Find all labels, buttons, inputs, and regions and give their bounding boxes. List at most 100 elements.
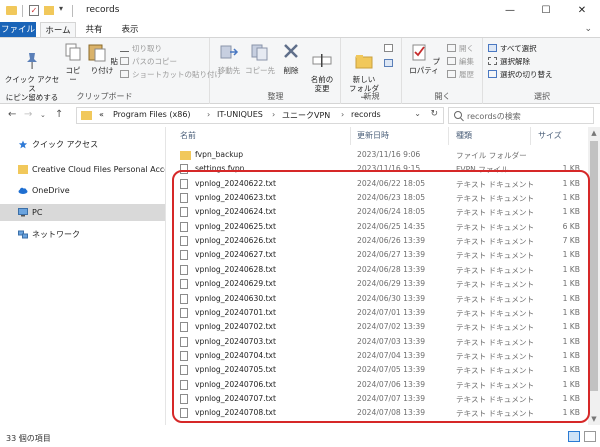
tab-file[interactable]: ファイル bbox=[0, 22, 36, 38]
forward-arrow-icon[interactable]: → bbox=[24, 109, 32, 120]
edit-button[interactable]: 編集 bbox=[447, 56, 474, 67]
new-item-button[interactable] bbox=[384, 43, 396, 54]
nav-item-creative-cloud[interactable]: Creative Cloud Files Personal Account bbox=[0, 161, 165, 178]
open-button[interactable]: 開く bbox=[447, 43, 474, 54]
chevron-right-icon[interactable]: › bbox=[207, 110, 210, 119]
chevron-right-icon[interactable]: › bbox=[341, 110, 344, 119]
column-header-date[interactable]: 更新日時 bbox=[357, 127, 389, 145]
tab-home[interactable]: ホーム bbox=[40, 22, 76, 38]
select-all-button[interactable]: すべて選択 bbox=[488, 43, 537, 54]
properties-icon bbox=[412, 44, 426, 61]
refresh-icon[interactable]: ↻ bbox=[430, 109, 438, 119]
breadcrumb-overflow[interactable]: « bbox=[99, 110, 104, 119]
file-row[interactable]: vpnlog_20240627.txt 2024/06/27 13:39 テキスト … bbox=[170, 248, 582, 262]
recent-locations-icon[interactable]: ⌄ bbox=[40, 111, 46, 119]
file-name: vpnlog_20240624.txt bbox=[195, 207, 277, 217]
file-type: テキスト ドキュメント bbox=[456, 222, 535, 232]
file-row[interactable]: vpnlog_20240623.txt 2024/06/23 18:05 テキスト … bbox=[170, 191, 582, 205]
column-divider[interactable] bbox=[530, 127, 531, 145]
title-bar: ✓ ▾ records — ☐ ✕ bbox=[0, 0, 600, 22]
scrollbar-thumb[interactable] bbox=[590, 141, 598, 391]
move-to-button[interactable]: 移動先 bbox=[215, 42, 243, 75]
column-divider[interactable] bbox=[350, 127, 351, 145]
breadcrumb-records[interactable]: records bbox=[351, 110, 381, 119]
chevron-down-icon[interactable]: ⌄ bbox=[584, 24, 592, 34]
file-date: 2024/06/22 18:05 bbox=[357, 178, 426, 188]
file-date: 2024/06/24 18:05 bbox=[357, 207, 426, 217]
file-date: 2024/06/30 13:39 bbox=[357, 293, 426, 303]
new-folder-quick-icon[interactable] bbox=[44, 6, 54, 15]
nav-item-pc[interactable]: PC bbox=[0, 204, 165, 221]
file-row[interactable]: vpnlog_20240629.txt 2024/06/29 13:39 テキスト … bbox=[170, 277, 582, 291]
details-view-icon[interactable] bbox=[568, 431, 580, 442]
file-type: テキスト ドキュメント bbox=[456, 280, 535, 290]
close-button[interactable]: ✕ bbox=[564, 0, 600, 22]
copy-path-button[interactable]: パスのコピー bbox=[120, 56, 177, 67]
file-row[interactable]: vpnlog_20240701.txt 2024/07/01 13:39 テキスト … bbox=[170, 306, 582, 320]
file-date: 2024/07/03 13:39 bbox=[357, 336, 426, 346]
file-row[interactable]: settings.fvpn 2023/11/16 9:15 FVPN ファイル 1 K… bbox=[170, 162, 582, 176]
file-row[interactable]: vpnlog_20240707.txt 2024/07/07 13:39 テキスト … bbox=[170, 392, 582, 406]
file-row[interactable]: vpnlog_20240624.txt 2024/06/24 18:05 テキスト … bbox=[170, 205, 582, 219]
file-row[interactable]: fvpn_backup 2023/11/16 9:06 ファイル フォルダー bbox=[170, 148, 582, 162]
minimize-button[interactable]: — bbox=[492, 0, 528, 22]
file-row[interactable]: vpnlog_20240626.txt 2024/06/26 13:39 テキスト … bbox=[170, 234, 582, 248]
file-row[interactable]: vpnlog_20240704.txt 2024/07/04 13:39 テキスト … bbox=[170, 349, 582, 363]
rename-button[interactable]: 名前の 変更 bbox=[307, 42, 337, 93]
search-input[interactable] bbox=[467, 110, 587, 122]
breadcrumb-program-files[interactable]: Program Files (x86) bbox=[113, 110, 191, 119]
scroll-up-icon[interactable]: ▲ bbox=[588, 127, 600, 139]
file-name: vpnlog_20240630.txt bbox=[195, 293, 277, 303]
up-arrow-icon[interactable]: ↑ bbox=[55, 109, 63, 120]
paste-shortcut-button[interactable]: ショートカットの貼り付け bbox=[120, 69, 222, 80]
search-box[interactable] bbox=[448, 107, 594, 124]
text-file-icon bbox=[180, 279, 188, 290]
select-all-icon bbox=[488, 44, 497, 52]
copy-button[interactable]: コピー bbox=[62, 42, 84, 84]
address-bar[interactable]: « Program Files (x86) › IT-UNIQUES › ユニー… bbox=[76, 107, 444, 124]
invert-selection-button[interactable]: 選択の切り替え bbox=[488, 69, 553, 80]
tab-share[interactable]: 共有 bbox=[78, 22, 110, 38]
text-file-icon bbox=[180, 293, 188, 304]
breadcrumb-unique-vpn[interactable]: ユニークVPN bbox=[282, 110, 330, 121]
file-row[interactable]: vpnlog_20240706.txt 2024/07/06 13:39 テキスト … bbox=[170, 378, 582, 392]
back-arrow-icon[interactable]: ← bbox=[8, 109, 16, 120]
vertical-scrollbar[interactable]: ▲ ▼ bbox=[588, 127, 600, 425]
address-dropdown-icon[interactable]: ⌄ bbox=[414, 109, 421, 118]
delete-button[interactable]: 削除 bbox=[279, 42, 303, 75]
history-button[interactable]: 履歴 bbox=[447, 69, 474, 80]
file-type: テキスト ドキュメント bbox=[456, 323, 535, 333]
column-divider[interactable] bbox=[448, 127, 449, 145]
maximize-button[interactable]: ☐ bbox=[528, 0, 564, 22]
file-row[interactable]: vpnlog_20240705.txt 2024/07/05 13:39 テキスト … bbox=[170, 363, 582, 377]
tab-view[interactable]: 表示 bbox=[114, 22, 146, 38]
nav-item-network[interactable]: ネットワーク bbox=[0, 226, 165, 243]
text-file-icon bbox=[180, 379, 188, 390]
select-none-button[interactable]: 選択解除 bbox=[488, 56, 530, 67]
properties-button[interactable]: プロパティ bbox=[405, 42, 443, 75]
copy-to-button[interactable]: コピー先 bbox=[245, 42, 275, 75]
easy-access-button[interactable] bbox=[384, 58, 396, 69]
large-icons-view-icon[interactable] bbox=[584, 431, 596, 442]
file-row[interactable]: vpnlog_20240628.txt 2024/06/28 13:39 テキスト … bbox=[170, 263, 582, 277]
file-row[interactable]: vpnlog_20240703.txt 2024/07/03 13:39 テキスト … bbox=[170, 335, 582, 349]
file-type: テキスト ドキュメント bbox=[456, 380, 535, 390]
breadcrumb-it-uniques[interactable]: IT-UNIQUES bbox=[217, 110, 263, 119]
scroll-down-icon[interactable]: ▼ bbox=[588, 413, 600, 425]
file-row[interactable]: vpnlog_20240702.txt 2024/07/02 13:39 テキスト … bbox=[170, 320, 582, 334]
nav-item-onedrive[interactable]: OneDrive bbox=[0, 182, 165, 199]
cut-button[interactable]: 切り取り bbox=[120, 43, 162, 54]
customize-toolbar-icon[interactable]: ▾ bbox=[59, 4, 63, 13]
file-row[interactable]: vpnlog_20240708.txt 2024/07/08 13:39 テキスト … bbox=[170, 406, 582, 420]
column-header-type[interactable]: 種類 bbox=[456, 127, 472, 145]
file-row[interactable]: vpnlog_20240625.txt 2024/06/25 14:35 テキスト … bbox=[170, 220, 582, 234]
text-file-icon bbox=[180, 264, 188, 275]
file-row[interactable]: vpnlog_20240622.txt 2024/06/22 18:05 テキスト … bbox=[170, 177, 582, 191]
column-header-name[interactable]: 名前 bbox=[180, 127, 196, 145]
properties-quick-icon[interactable]: ✓ bbox=[29, 5, 39, 16]
file-row[interactable]: vpnlog_20240630.txt 2024/06/30 13:39 テキスト … bbox=[170, 292, 582, 306]
column-header-size[interactable]: サイズ bbox=[538, 127, 562, 145]
chevron-right-icon[interactable]: › bbox=[272, 110, 275, 119]
nav-item-quick-access[interactable]: クイック アクセス bbox=[0, 136, 165, 153]
paste-button[interactable]: 貼り付け bbox=[86, 42, 118, 75]
